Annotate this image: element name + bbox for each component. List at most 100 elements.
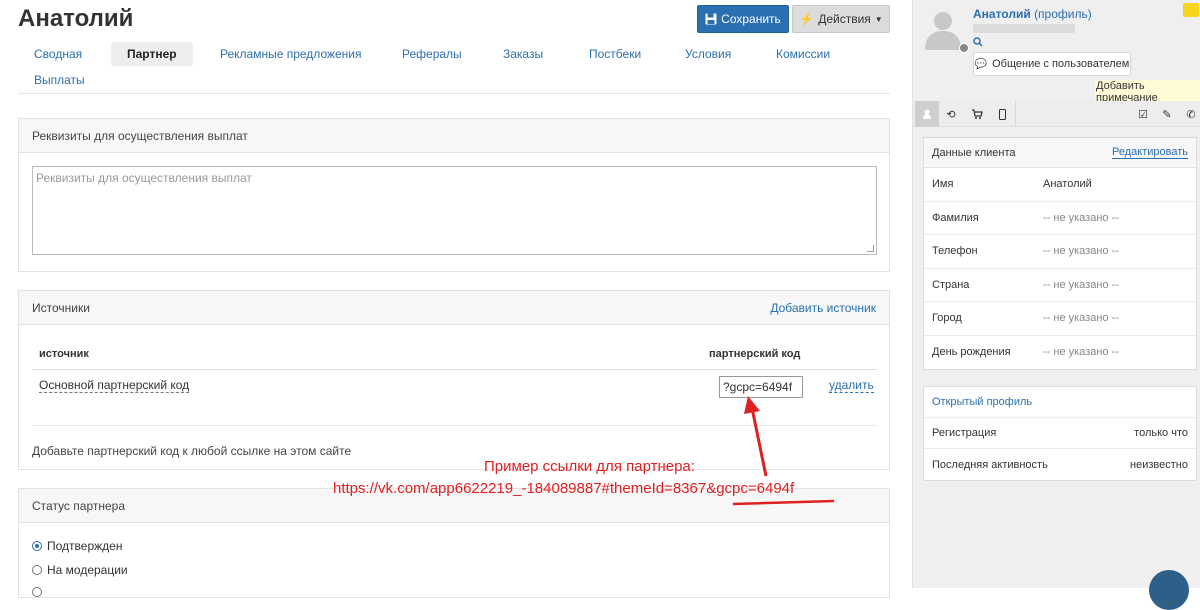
requisites-placeholder: Реквизиты для осуществления выплат xyxy=(36,171,252,185)
field-value: -- не указано -- xyxy=(1043,346,1119,359)
tab-ad-offers[interactable]: Рекламные предложения xyxy=(204,42,378,66)
client-data-header: Данные клиента Редактировать xyxy=(924,138,1196,168)
user-name-link[interactable]: Анатолий xyxy=(973,7,1031,21)
delete-source-link[interactable]: удалить xyxy=(829,378,874,393)
requisites-title: Реквизиты для осуществления выплат xyxy=(32,128,248,143)
client-field-row: Город -- не указано -- xyxy=(924,302,1196,336)
requisites-panel-header: Реквизиты для осуществления выплат xyxy=(19,119,889,153)
open-profile-link[interactable]: Открытый профиль xyxy=(924,387,1196,418)
field-value: -- не указано -- xyxy=(1043,211,1119,224)
save-button[interactable]: Сохранить xyxy=(697,5,789,33)
field-value: -- не указано -- xyxy=(1043,245,1119,258)
chat-bubbles-icon: 💬 xyxy=(974,58,988,70)
sources-table-header: источник партнерский код xyxy=(32,342,877,370)
radio-button-checked[interactable] xyxy=(32,541,42,551)
page-title: Анатолий xyxy=(18,5,134,32)
edit-client-link[interactable]: Редактировать xyxy=(1112,146,1188,159)
field-label: Город xyxy=(932,312,962,325)
redacted-info xyxy=(973,24,1075,33)
history-icon[interactable]: ⟲ xyxy=(939,101,963,127)
status-option-moderation[interactable]: На модерации xyxy=(32,563,128,577)
status-option-label: На модерации xyxy=(47,563,128,577)
table-row: Основной партнерский код ?gcpc=6494f уда… xyxy=(32,370,877,426)
field-label: День рождения xyxy=(932,346,1011,359)
tab-orders[interactable]: Заказы xyxy=(487,42,559,66)
add-source-link[interactable]: Добавить источник xyxy=(770,301,876,315)
tab-commissions[interactable]: Комиссии xyxy=(760,42,846,66)
info-value: только что xyxy=(1134,427,1188,439)
tab-referrals[interactable]: Рефералы xyxy=(386,42,478,66)
source-name: Основной партнерский код xyxy=(39,378,190,393)
field-label: Страна xyxy=(932,278,970,291)
user-sidebar: Анатолий (профиль) 💬 Общение с пользоват… xyxy=(912,0,1200,610)
field-label: Телефон xyxy=(932,245,978,258)
resize-handle[interactable] xyxy=(867,245,874,252)
caret-down-icon: ▼ xyxy=(874,14,883,24)
pencil-icon[interactable]: ✎ xyxy=(1155,101,1179,127)
chat-with-user-button[interactable]: 💬 Общение с пользователем xyxy=(973,52,1131,76)
user-name-line: Анатолий (профиль) xyxy=(973,7,1092,21)
cart-icon[interactable] xyxy=(965,101,989,127)
info-value: неизвестно xyxy=(1130,458,1188,471)
sidebar-icon-toolbar: ⟲ ☑ ✎ ✆ xyxy=(913,101,1200,127)
partner-code-hint: Добавьте партнерский код к любой ссылке … xyxy=(32,444,352,458)
info-label: Регистрация xyxy=(932,427,997,439)
requisites-textarea[interactable]: Реквизиты для осуществления выплат xyxy=(32,166,877,255)
tab-summary[interactable]: Сводная xyxy=(18,42,98,66)
sources-title: Источники xyxy=(32,300,90,315)
sources-panel-header: Источники Добавить источник xyxy=(19,291,889,325)
annotation-caption: Пример ссылки для партнера: xyxy=(484,458,695,475)
actions-button-label: Действия xyxy=(818,12,871,26)
actions-dropdown-button[interactable]: ⚡ Действия ▼ xyxy=(792,5,890,33)
field-value: Анатолий xyxy=(1043,178,1092,191)
client-field-row: День рождения -- не указано -- xyxy=(924,336,1196,370)
field-value: -- не указано -- xyxy=(1043,278,1119,291)
status-option-label: Подтвержден xyxy=(47,539,123,553)
main-content: Анатолий Сохранить ⚡ Действия ▼ Сводная … xyxy=(0,0,912,598)
lightning-icon: ⚡ xyxy=(799,12,815,26)
user-tab-icon[interactable] xyxy=(915,101,939,127)
profile-info-row: Регистрация только что xyxy=(924,418,1196,449)
field-label: Имя xyxy=(932,178,954,191)
profile-info-row: Последняя активность неизвестно xyxy=(924,449,1196,480)
tab-partner[interactable]: Партнер xyxy=(111,42,193,66)
tab-conditions[interactable]: Условия xyxy=(669,42,747,66)
tab-postbacks[interactable]: Постбеки xyxy=(573,42,657,66)
field-label: Фамилия xyxy=(932,211,979,224)
profile-card: Открытый профиль Регистрация только что … xyxy=(923,386,1197,481)
profile-link[interactable]: (профиль) xyxy=(1034,7,1092,21)
tab-payouts[interactable]: Выплаты xyxy=(18,68,101,92)
status-option-partial[interactable] xyxy=(32,587,42,597)
requisites-panel: Реквизиты для осуществления выплат Рекви… xyxy=(18,118,890,272)
column-source: источник xyxy=(39,348,89,360)
sources-panel: Источники Добавить источник источник пар… xyxy=(18,290,890,470)
tab-bar: Сводная Партнер Рекламные предложения Ре… xyxy=(18,42,890,94)
floppy-disk-icon xyxy=(705,13,717,25)
notification-icon[interactable] xyxy=(1183,3,1199,17)
client-field-row: Телефон -- не указано -- xyxy=(924,235,1196,269)
search-icon[interactable] xyxy=(973,37,983,50)
field-value: -- не указано -- xyxy=(1043,312,1119,325)
user-avatar-icon xyxy=(925,12,961,50)
checkbox-task-icon[interactable]: ☑ xyxy=(1131,101,1155,127)
annotation-example-link: https://vk.com/app6622219_-184089887#the… xyxy=(333,480,795,497)
radio-button[interactable] xyxy=(32,587,42,597)
column-partner-code: партнерский код xyxy=(709,348,801,360)
live-chat-button[interactable] xyxy=(1149,570,1189,610)
toolbar-divider xyxy=(1015,101,1016,127)
partner-code-input[interactable]: ?gcpc=6494f xyxy=(719,376,803,398)
client-field-row: Страна -- не указано -- xyxy=(924,269,1196,302)
partner-status-title: Статус партнера xyxy=(32,498,125,513)
save-button-label: Сохранить xyxy=(721,12,781,26)
status-option-confirmed[interactable]: Подтвержден xyxy=(32,539,122,553)
info-label: Последняя активность xyxy=(932,458,1048,471)
client-data-card: Данные клиента Редактировать Имя Анатоли… xyxy=(923,137,1197,370)
online-status-dot xyxy=(959,43,969,53)
partner-status-panel: Статус партнера Подтвержден На модерации xyxy=(18,488,890,598)
client-field-row: Имя Анатолий xyxy=(924,168,1196,202)
mobile-phone-icon[interactable] xyxy=(990,101,1014,127)
radio-button[interactable] xyxy=(32,565,42,575)
client-field-row: Фамилия -- не указано -- xyxy=(924,202,1196,235)
phone-icon[interactable]: ✆ xyxy=(1179,101,1200,127)
client-data-title: Данные клиента xyxy=(932,146,1016,159)
